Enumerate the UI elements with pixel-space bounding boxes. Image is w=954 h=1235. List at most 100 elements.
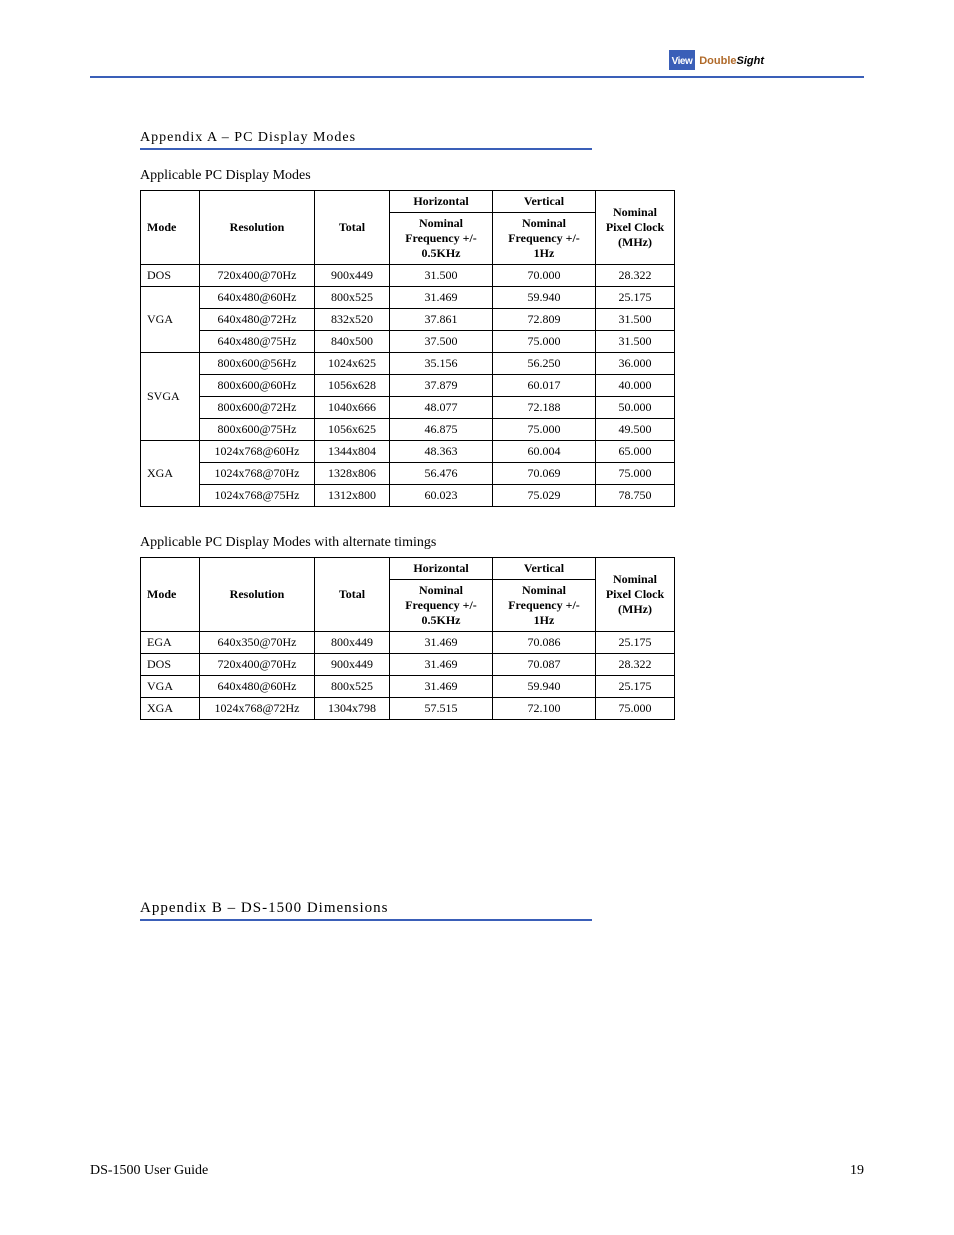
cell-res: 640x480@60Hz: [200, 287, 315, 309]
th-mode: Mode: [141, 191, 200, 265]
th-v-nominal: Nominal Frequency +/- 1Hz: [493, 580, 596, 632]
th-horizontal: Horizontal: [390, 558, 493, 580]
th-resolution: Resolution: [200, 191, 315, 265]
cell-clock: 50.000: [596, 397, 675, 419]
cell-h: 31.469: [390, 654, 493, 676]
cell-clock: 31.500: [596, 309, 675, 331]
cell-v: 60.017: [493, 375, 596, 397]
logo-word-2: Sight: [737, 55, 765, 67]
th-vertical: Vertical: [493, 558, 596, 580]
table1-caption: Applicable PC Display Modes: [140, 168, 864, 184]
table-row: SVGA 800x600@56Hz 1024x625 35.156 56.250…: [141, 353, 675, 375]
cell-res: 640x480@72Hz: [200, 309, 315, 331]
cell-total: 900x449: [315, 654, 390, 676]
cell-v: 60.004: [493, 441, 596, 463]
table-row: EGA 640x350@70Hz 800x449 31.469 70.086 2…: [141, 632, 675, 654]
cell-total: 900x449: [315, 265, 390, 287]
table1-body: DOS 720x400@70Hz 900x449 31.500 70.000 2…: [141, 265, 675, 507]
cell-v: 75.000: [493, 419, 596, 441]
table2-body: EGA 640x350@70Hz 800x449 31.469 70.086 2…: [141, 632, 675, 720]
appendix-b-underline: [140, 919, 592, 921]
table-row: 800x600@60Hz 1056x628 37.879 60.017 40.0…: [141, 375, 675, 397]
cell-clock: 25.175: [596, 632, 675, 654]
cell-mode: DOS: [141, 265, 200, 287]
cell-h: 60.023: [390, 485, 493, 507]
th-total: Total: [315, 191, 390, 265]
page: View DoubleSight Appendix A – PC Display…: [0, 0, 954, 1235]
cell-h: 48.363: [390, 441, 493, 463]
cell-res: 640x480@75Hz: [200, 331, 315, 353]
footer-doc-title: DS-1500 User Guide: [90, 1163, 208, 1179]
cell-clock: 49.500: [596, 419, 675, 441]
cell-clock: 65.000: [596, 441, 675, 463]
table2-head: Mode Resolution Total Horizontal Vertica…: [141, 558, 675, 632]
logo-box: View: [669, 50, 696, 70]
cell-mode: DOS: [141, 654, 200, 676]
table-alternate-timings: Mode Resolution Total Horizontal Vertica…: [140, 557, 675, 720]
cell-h: 56.476: [390, 463, 493, 485]
cell-total: 840x500: [315, 331, 390, 353]
th-h-nominal: Nominal Frequency +/- 0.5KHz: [390, 580, 493, 632]
cell-v: 72.188: [493, 397, 596, 419]
appendix-a-title: Appendix A – PC Display Modes: [140, 130, 592, 146]
cell-mode: VGA: [141, 676, 200, 698]
cell-total: 1024x625: [315, 353, 390, 375]
cell-clock: 31.500: [596, 331, 675, 353]
th-horizontal: Horizontal: [390, 191, 493, 213]
cell-v: 72.809: [493, 309, 596, 331]
cell-h: 37.500: [390, 331, 493, 353]
cell-h: 31.469: [390, 287, 493, 309]
cell-v: 56.250: [493, 353, 596, 375]
cell-h: 37.861: [390, 309, 493, 331]
cell-mode: XGA: [141, 441, 200, 507]
th-h-nominal: Nominal Frequency +/- 0.5KHz: [390, 213, 493, 265]
cell-clock: 40.000: [596, 375, 675, 397]
cell-total: 800x525: [315, 676, 390, 698]
cell-total: 800x525: [315, 287, 390, 309]
cell-v: 70.086: [493, 632, 596, 654]
table-row: 800x600@75Hz 1056x625 46.875 75.000 49.5…: [141, 419, 675, 441]
appendix-a-heading: Appendix A – PC Display Modes: [140, 130, 592, 150]
table-row: XGA 1024x768@60Hz 1344x804 48.363 60.004…: [141, 441, 675, 463]
cell-mode: SVGA: [141, 353, 200, 441]
th-clock: Nominal Pixel Clock (MHz): [596, 558, 675, 632]
cell-v: 72.100: [493, 698, 596, 720]
th-clock: Nominal Pixel Clock (MHz): [596, 191, 675, 265]
table-row: 1024x768@70Hz 1328x806 56.476 70.069 75.…: [141, 463, 675, 485]
cell-res: 1024x768@72Hz: [200, 698, 315, 720]
cell-clock: 28.322: [596, 654, 675, 676]
cell-total: 800x449: [315, 632, 390, 654]
table-row: 640x480@75Hz 840x500 37.500 75.000 31.50…: [141, 331, 675, 353]
cell-clock: 25.175: [596, 676, 675, 698]
table1-head: Mode Resolution Total Horizontal Vertica…: [141, 191, 675, 265]
cell-v: 59.940: [493, 287, 596, 309]
cell-res: 720x400@70Hz: [200, 265, 315, 287]
cell-total: 1040x666: [315, 397, 390, 419]
cell-res: 640x350@70Hz: [200, 632, 315, 654]
cell-clock: 28.322: [596, 265, 675, 287]
cell-v: 59.940: [493, 676, 596, 698]
cell-h: 46.875: [390, 419, 493, 441]
brand-logo: View DoubleSight: [669, 50, 764, 70]
cell-h: 37.879: [390, 375, 493, 397]
cell-h: 31.500: [390, 265, 493, 287]
cell-clock: 78.750: [596, 485, 675, 507]
cell-h: 31.469: [390, 676, 493, 698]
cell-h: 48.077: [390, 397, 493, 419]
cell-v: 70.000: [493, 265, 596, 287]
table-row: XGA 1024x768@72Hz 1304x798 57.515 72.100…: [141, 698, 675, 720]
cell-res: 800x600@72Hz: [200, 397, 315, 419]
cell-total: 1056x628: [315, 375, 390, 397]
appendix-b-heading: Appendix B – DS-1500 Dimensions: [140, 900, 592, 921]
cell-v: 70.069: [493, 463, 596, 485]
cell-res: 720x400@70Hz: [200, 654, 315, 676]
cell-res: 800x600@75Hz: [200, 419, 315, 441]
table-row: DOS 720x400@70Hz 900x449 31.500 70.000 2…: [141, 265, 675, 287]
cell-res: 1024x768@70Hz: [200, 463, 315, 485]
logo-word-1: Double: [699, 55, 736, 67]
page-footer: DS-1500 User Guide 19: [90, 1163, 864, 1179]
cell-v: 75.029: [493, 485, 596, 507]
th-total: Total: [315, 558, 390, 632]
cell-res: 800x600@56Hz: [200, 353, 315, 375]
cell-total: 832x520: [315, 309, 390, 331]
